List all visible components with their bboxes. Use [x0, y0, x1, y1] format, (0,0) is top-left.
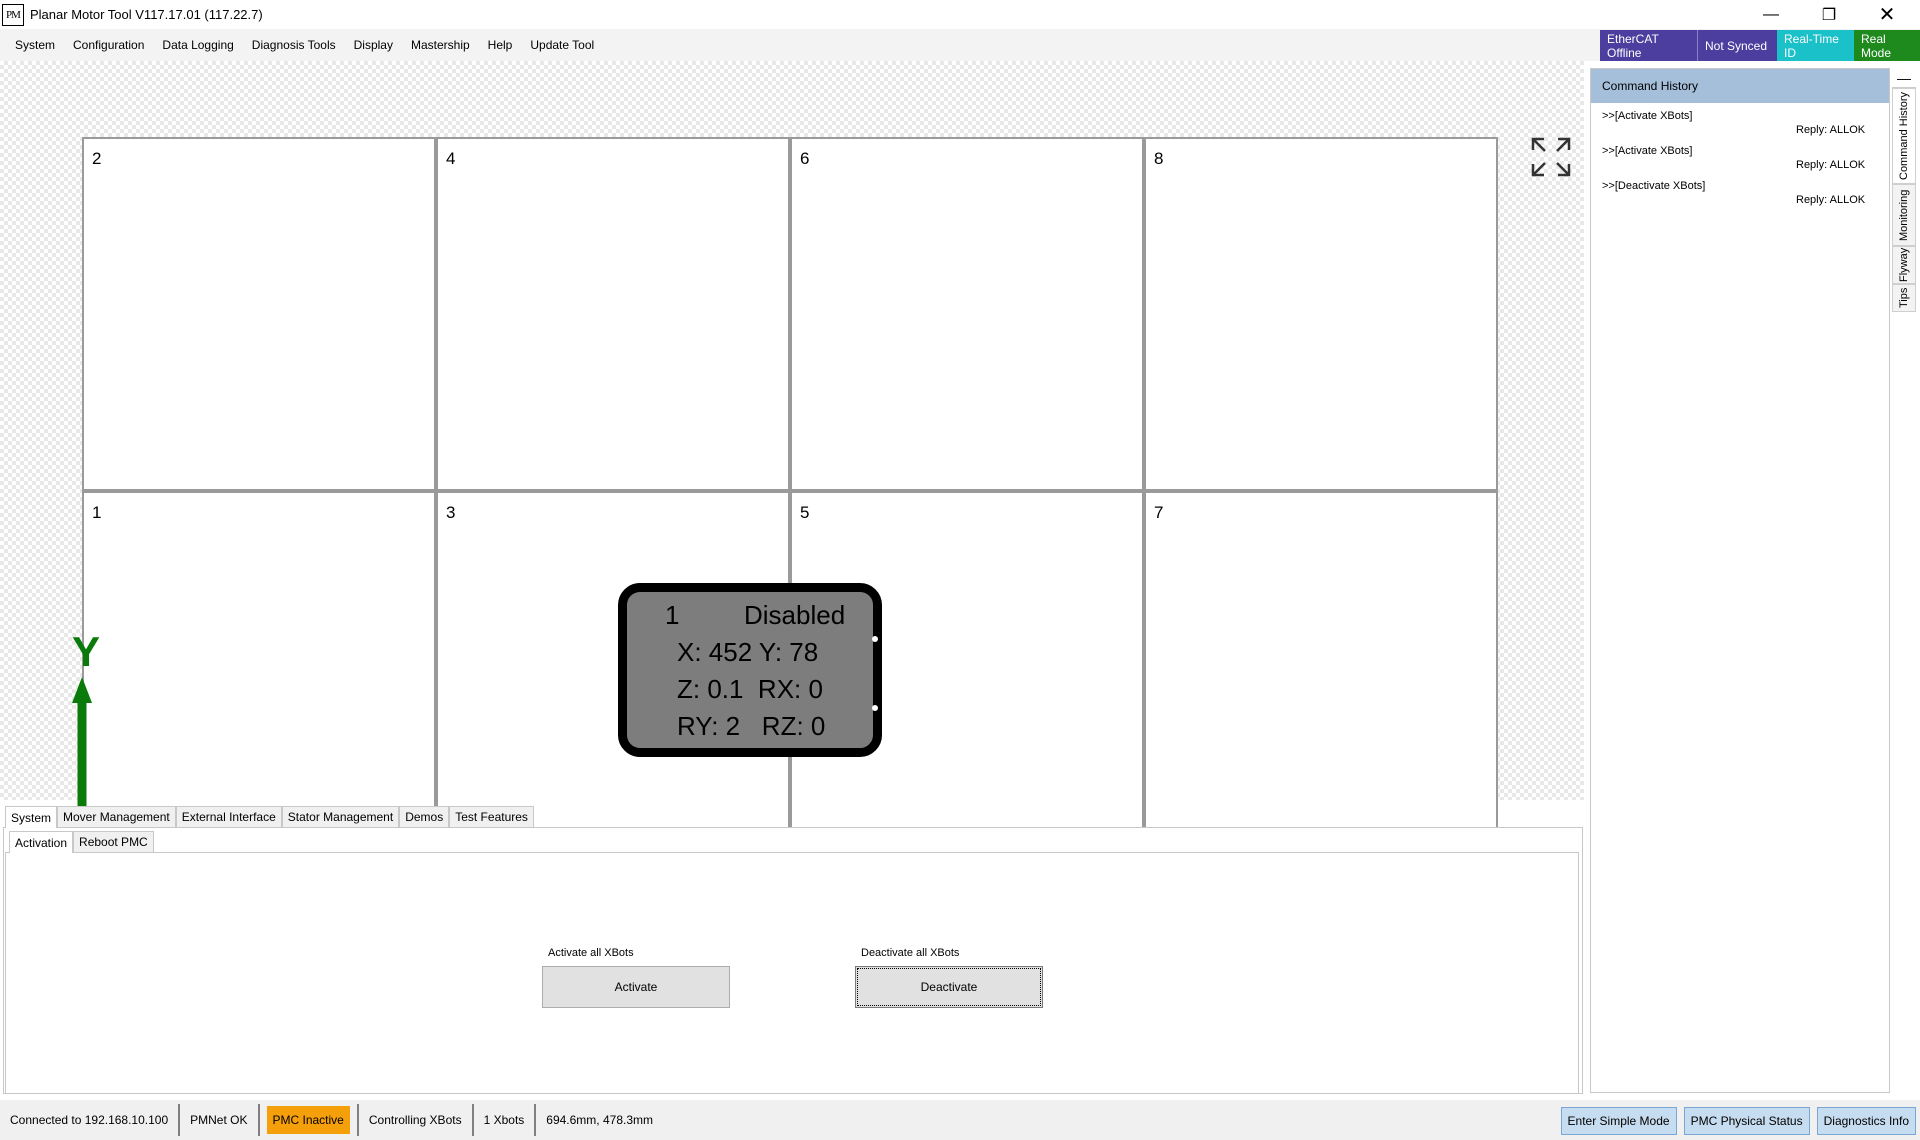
pmc-physical-status-button[interactable]: PMC Physical Status — [1683, 1107, 1810, 1135]
mover-id: 1 — [665, 600, 680, 630]
tile-label: 1 — [92, 503, 102, 522]
close-icon[interactable]: ✕ — [1858, 0, 1916, 29]
stator-tile[interactable]: 8 — [1144, 137, 1498, 491]
stator-tile[interactable]: 7 — [1144, 491, 1498, 845]
status-buttons: Enter Simple Mode PMC Physical Status Di… — [1560, 1107, 1916, 1135]
menu-bar: System Configuration Data Logging Diagno… — [0, 29, 1920, 61]
menu-display[interactable]: Display — [345, 29, 402, 61]
realtime-id-badge: Real-Time ID — [1777, 30, 1854, 61]
status-bar: Connected to 192.168.10.100 PMNet OK PMC… — [0, 1100, 1920, 1140]
tab-activation[interactable]: Activation — [9, 831, 74, 853]
stator-tile[interactable]: 6 — [790, 137, 1144, 491]
tab-reboot-pmc[interactable]: Reboot PMC — [73, 831, 154, 852]
tile-label: 5 — [800, 503, 810, 522]
pmnet-status: PMNet OK — [180, 1104, 260, 1136]
history-reply: Reply: ALLOK — [1796, 159, 1866, 171]
mover-handle — [872, 705, 878, 711]
tab-system[interactable]: System — [5, 806, 58, 828]
stator-tile[interactable]: 2 — [82, 137, 436, 491]
fullscreen-expand-icon[interactable] — [1530, 136, 1572, 178]
controlling-status: Controlling XBots — [356, 1104, 474, 1136]
tab-demos[interactable]: Demos — [399, 806, 450, 827]
pin-icon[interactable]: — — [1892, 68, 1916, 88]
minimize-icon[interactable]: — — [1742, 0, 1800, 29]
command-history-title: Command History — [1591, 69, 1889, 103]
activation-panel: Activate all XBots Activate Deactivate a… — [5, 852, 1579, 1094]
maximize-icon[interactable]: ❐ — [1800, 0, 1858, 29]
mover-position-ry-rz: RY: 2 RZ: 0 — [677, 711, 826, 741]
history-entry: >>[Activate XBots] Reply: ALLOK — [1591, 103, 1889, 138]
title-bar: PM Planar Motor Tool V117.17.01 (117.22.… — [0, 0, 1920, 29]
command-history-panel: Command History >>[Activate XBots] Reply… — [1590, 68, 1890, 1093]
tile-label: 7 — [1154, 503, 1164, 522]
xbot-count: 1 Xbots — [474, 1104, 537, 1136]
xbot-mover[interactable]: 1 Disabled X: 452 Y: 78 Z: 0.1 RX: 0 RY:… — [618, 583, 882, 757]
tile-label: 2 — [92, 149, 102, 168]
history-command: >>[Activate XBots] — [1602, 110, 1693, 122]
y-axis-label: Y — [72, 631, 100, 675]
menu-configuration[interactable]: Configuration — [64, 29, 153, 61]
menu-update-tool[interactable]: Update Tool — [521, 29, 603, 61]
menu-help[interactable]: Help — [479, 29, 522, 61]
window-title: Planar Motor Tool V117.17.01 (117.22.7) — [30, 7, 263, 22]
pmc-status-badge: PMC Inactive — [266, 1106, 350, 1134]
cursor-position: 694.6mm, 478.3mm — [546, 1113, 653, 1127]
tile-label: 6 — [800, 149, 810, 168]
tile-label: 4 — [446, 149, 456, 168]
side-tab-command-history[interactable]: Command History — [1892, 88, 1916, 184]
activate-button[interactable]: Activate — [542, 966, 730, 1008]
deactivate-button[interactable]: Deactivate — [855, 966, 1043, 1008]
menu-system[interactable]: System — [0, 29, 64, 61]
tab-mover-management[interactable]: Mover Management — [57, 806, 176, 827]
mode-badge: Real Mode — [1854, 30, 1920, 61]
tile-label: 3 — [446, 503, 456, 522]
side-tab-tips[interactable]: Tips — [1892, 284, 1916, 312]
menu-mastership[interactable]: Mastership — [402, 29, 479, 61]
history-reply: Reply: ALLOK — [1796, 124, 1866, 136]
app-logo-icon: PM — [2, 3, 24, 26]
menu-data-logging[interactable]: Data Logging — [153, 29, 242, 61]
sub-tab-bar: Activation Reboot PMC — [9, 831, 154, 853]
bottom-tab-bar: System Mover Management External Interfa… — [5, 806, 534, 828]
history-command: >>[Deactivate XBots] — [1602, 180, 1706, 192]
ethercat-status-badge: EtherCAT Offline — [1600, 30, 1697, 61]
history-entry: >>[Activate XBots] Reply: ALLOK — [1591, 138, 1889, 173]
mover-position-xy: X: 452 Y: 78 — [677, 637, 819, 667]
side-tab-monitoring[interactable]: Monitoring — [1892, 184, 1916, 246]
tab-external-interface[interactable]: External Interface — [175, 806, 282, 827]
history-command: >>[Activate XBots] — [1602, 145, 1693, 157]
side-tab-strip: — Command History Monitoring Flyway Tips — [1892, 68, 1916, 312]
history-reply: Reply: ALLOK — [1796, 194, 1866, 206]
mover-state: Disabled — [744, 600, 846, 630]
tab-test-features[interactable]: Test Features — [449, 806, 534, 827]
mover-handle — [872, 636, 878, 642]
sync-status-badge: Not Synced — [1697, 30, 1777, 61]
diagnostics-info-button[interactable]: Diagnostics Info — [1816, 1107, 1916, 1135]
deactivate-all-label: Deactivate all XBots — [861, 947, 960, 959]
tab-stator-management[interactable]: Stator Management — [281, 806, 400, 827]
activate-all-label: Activate all XBots — [548, 947, 634, 959]
menu-diagnosis-tools[interactable]: Diagnosis Tools — [243, 29, 345, 61]
history-entry: >>[Deactivate XBots] Reply: ALLOK — [1591, 173, 1889, 208]
status-flags: EtherCAT Offline Not Synced Real-Time ID… — [1600, 30, 1920, 61]
tile-label: 8 — [1154, 149, 1164, 168]
stator-tile[interactable]: 4 — [436, 137, 790, 491]
connection-status: Connected to 192.168.10.100 — [0, 1104, 181, 1136]
mover-position-z-rx: Z: 0.1 RX: 0 — [677, 674, 823, 704]
side-tab-flyway[interactable]: Flyway — [1892, 246, 1916, 284]
enter-simple-mode-button[interactable]: Enter Simple Mode — [1560, 1107, 1677, 1135]
